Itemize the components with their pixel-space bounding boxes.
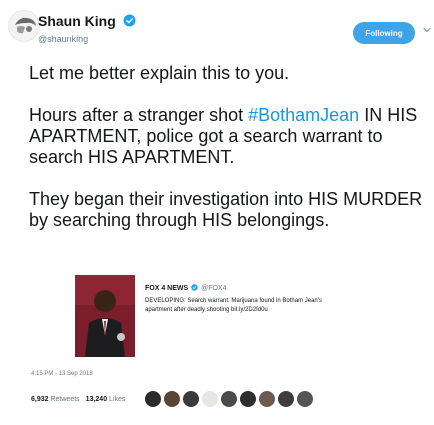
retweets-count: 6,932 bbox=[31, 396, 49, 403]
author-handle[interactable]: @shaunking bbox=[38, 34, 136, 44]
verified-badge-icon bbox=[191, 284, 198, 291]
liker-avatar[interactable] bbox=[182, 390, 200, 408]
news-photo-thumbnail bbox=[75, 275, 135, 357]
likes-label: Likes bbox=[109, 396, 126, 403]
liker-avatar[interactable] bbox=[296, 390, 314, 408]
liker-avatar[interactable] bbox=[163, 390, 181, 408]
tweet-timestamp[interactable]: 4:15 PM - 13 Sep 2018 bbox=[31, 371, 93, 377]
tweet-text: Let me better explain this to you. Hours… bbox=[29, 63, 429, 252]
retweets-label: Retweets bbox=[50, 396, 80, 403]
following-button[interactable]: Following bbox=[353, 22, 415, 44]
card-thumbnail bbox=[75, 275, 135, 357]
tweet-header: Shaun King @shaunking Following bbox=[8, 10, 431, 46]
likes-count: 13,240 bbox=[85, 396, 108, 403]
tweet-text-segment: Hours after a stranger shot bbox=[29, 105, 249, 125]
retweets-stat[interactable]: 6,932 Retweets bbox=[31, 396, 80, 403]
profile-avatar bbox=[9, 11, 39, 41]
liker-avatar[interactable] bbox=[277, 390, 295, 408]
card-source: FOX 4 NEWS @FOX4 bbox=[145, 284, 226, 292]
tweet-paragraph: Hours after a stranger shot #BothamJean … bbox=[29, 105, 429, 168]
liker-avatar[interactable] bbox=[201, 390, 219, 408]
engagement-stats: 6,932 Retweets 13,240 Likes bbox=[31, 396, 131, 403]
author-avatar[interactable] bbox=[8, 10, 40, 42]
liker-avatar[interactable] bbox=[220, 390, 238, 408]
verified-badge-icon bbox=[123, 14, 136, 27]
author-name-block: Shaun King @shaunking bbox=[38, 13, 136, 44]
likes-stat[interactable]: 13,240 Likes bbox=[86, 396, 126, 403]
card-source-name[interactable]: FOX 4 NEWS bbox=[145, 285, 188, 292]
author-display-name[interactable]: Shaun King bbox=[38, 13, 116, 29]
tweet-paragraph: Let me better explain this to you. bbox=[29, 63, 290, 83]
liker-avatar[interactable] bbox=[258, 390, 276, 408]
card-source-handle[interactable]: @FOX4 bbox=[201, 285, 226, 292]
tweet-paragraph: They began their investigation into HIS … bbox=[29, 189, 423, 230]
card-text: DEVELOPING: Search warrant: Marijuana fo… bbox=[145, 298, 322, 313]
chevron-down-icon[interactable] bbox=[422, 25, 432, 35]
liker-avatar[interactable] bbox=[239, 390, 257, 408]
liker-avatar[interactable] bbox=[144, 390, 162, 408]
liker-avatars bbox=[144, 390, 315, 408]
quoted-link-card[interactable]: FOX 4 NEWS @FOX4 DEVELOPING: Search warr… bbox=[75, 275, 340, 357]
hashtag-link[interactable]: #BothamJean bbox=[248, 105, 359, 125]
